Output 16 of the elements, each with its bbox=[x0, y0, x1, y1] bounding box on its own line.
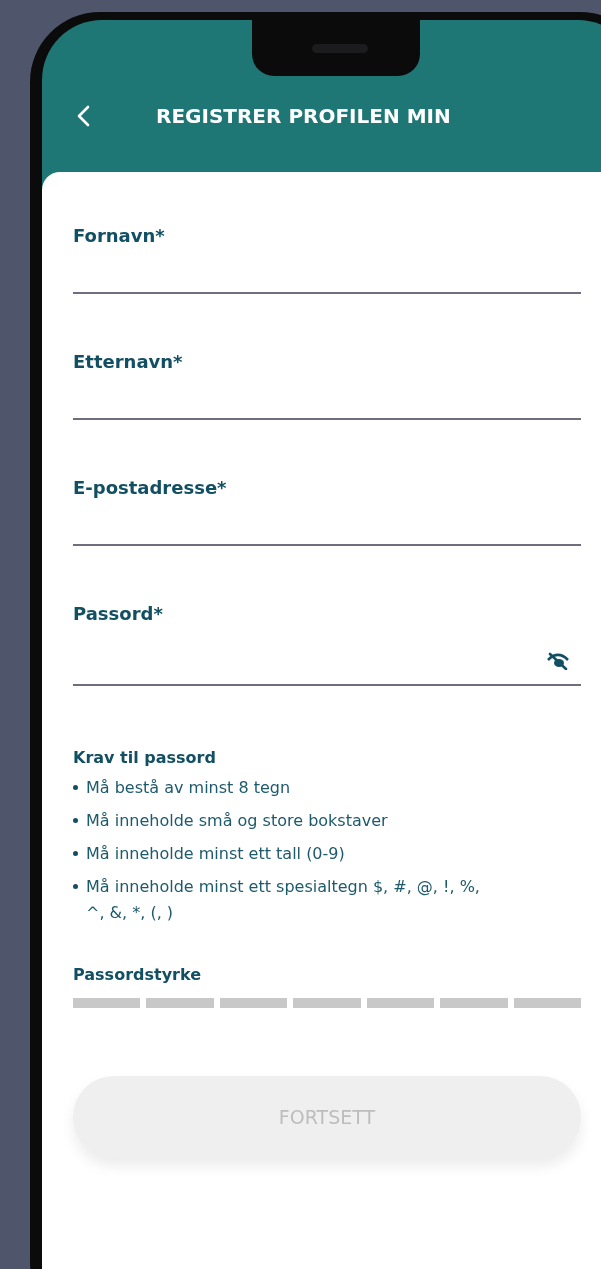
requirements-title: Krav til passord bbox=[73, 748, 217, 767]
field-label: Passord* bbox=[73, 602, 164, 626]
requirement-text: Må inneholde minst ett tall (0-9) bbox=[86, 843, 345, 865]
bullet-icon bbox=[73, 785, 78, 790]
requirement-text: Må inneholde minst ett spesialtegn $, #, @, !, %, ^, &, *, (, ) bbox=[86, 876, 481, 924]
eye-slash-icon[interactable] bbox=[547, 652, 569, 670]
field-label: E-postadresse* bbox=[73, 476, 228, 500]
field-label: Fornavn* bbox=[73, 224, 166, 248]
requirement-text: Må inneholde små og store bokstaver bbox=[86, 810, 388, 832]
requirement-text: Må bestå av minst 8 tegn bbox=[86, 777, 291, 799]
screen-title: REGISTRER PROFILEN MIN bbox=[156, 104, 451, 128]
field-label: Etternavn* bbox=[73, 350, 184, 374]
bullet-icon bbox=[73, 851, 78, 856]
strength-label: Passordstyrke bbox=[73, 965, 203, 984]
bullet-icon bbox=[73, 818, 78, 823]
bullet-icon bbox=[73, 884, 78, 889]
